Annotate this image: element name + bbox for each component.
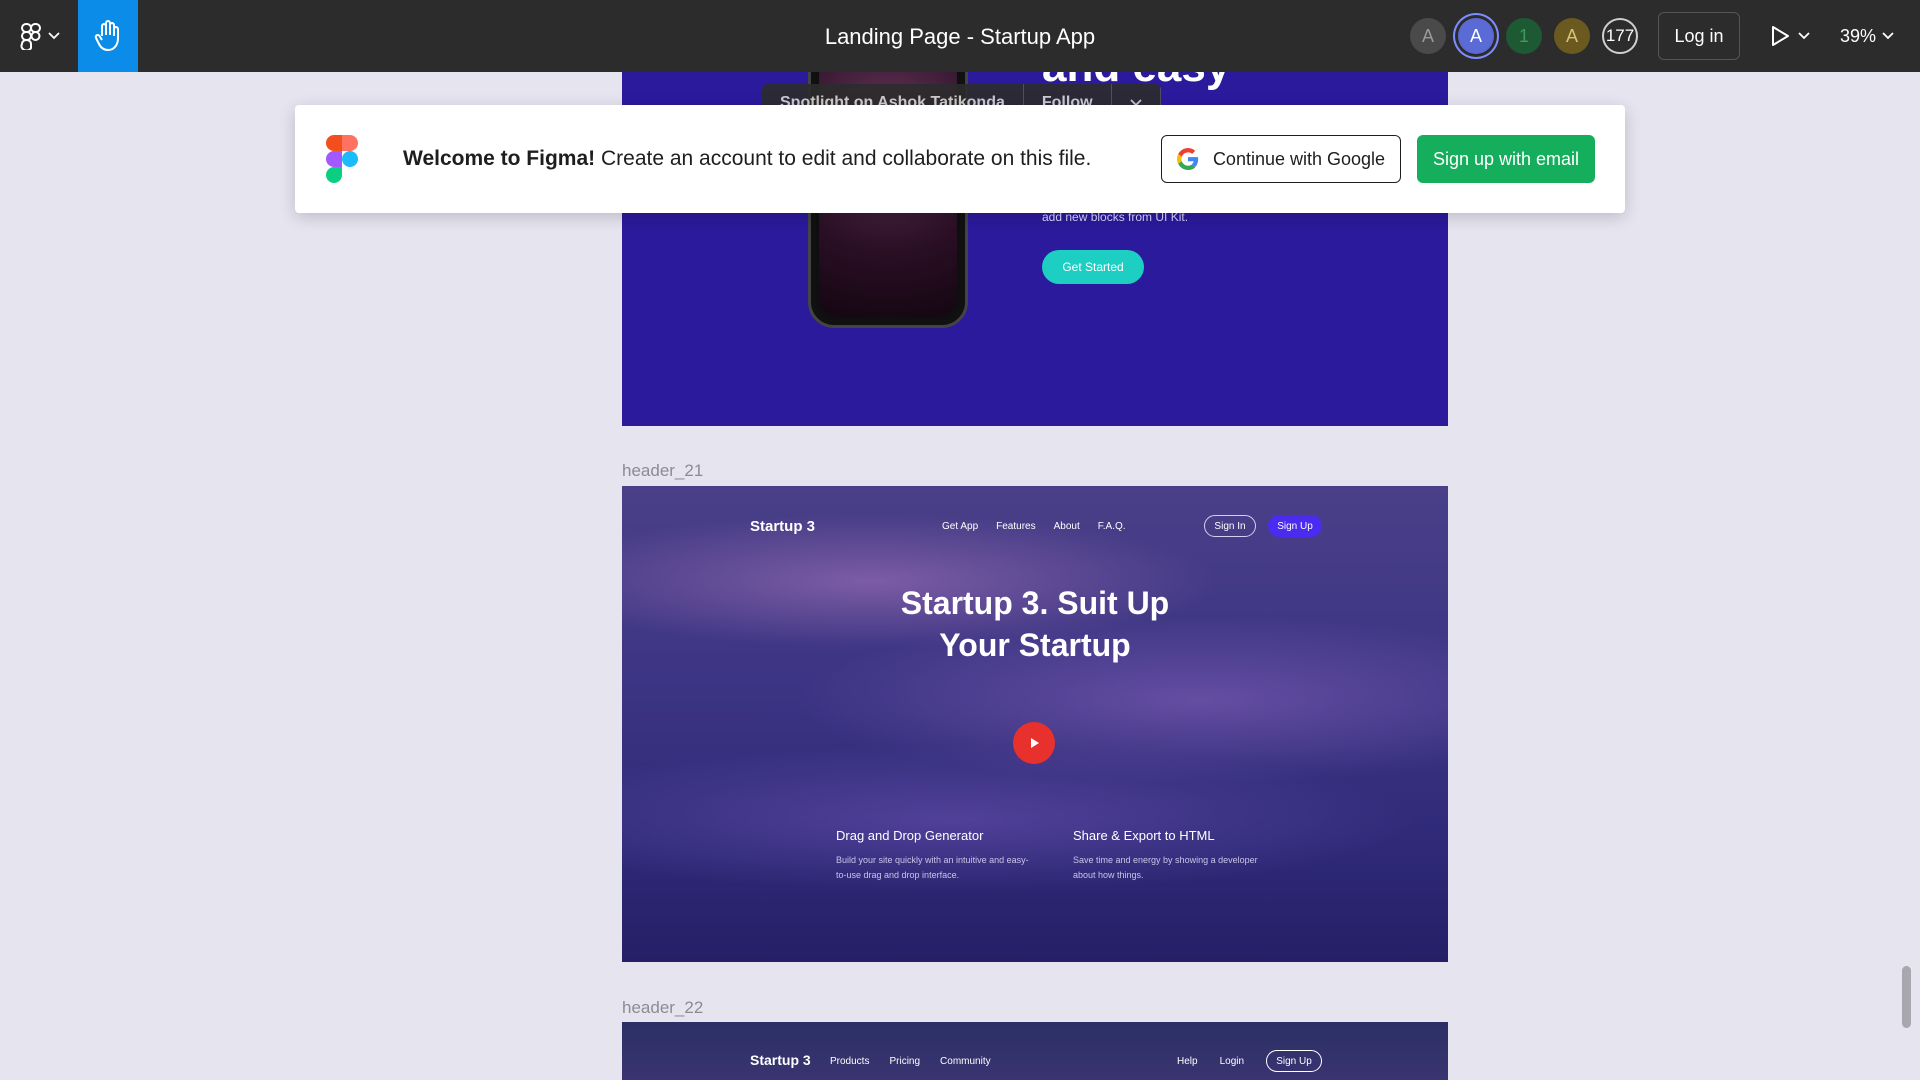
hand-tool-button[interactable] [78, 0, 138, 72]
site-nav-item: Features [996, 521, 1036, 532]
hero-line: Your Startup [939, 627, 1131, 663]
chevron-down-icon [48, 32, 60, 40]
collaborator-avatar[interactable]: A [1410, 18, 1446, 54]
present-button[interactable] [1770, 18, 1810, 54]
site-nav-item: Pricing [889, 1056, 921, 1067]
play-icon [1031, 738, 1039, 748]
hand-icon [94, 20, 119, 51]
feature-title: Share & Export to HTML [1073, 828, 1215, 843]
viewer-count-badge[interactable]: 177 [1602, 18, 1638, 54]
site-hero-title: Startup 3. Suit Up Your Startup [622, 582, 1448, 666]
site-nav-item: Get App [942, 521, 979, 532]
log-in-button[interactable]: Log in [1658, 12, 1740, 60]
top-toolbar: Landing Page - Startup App A A 1 A 177 L… [0, 0, 1920, 72]
zoom-dropdown[interactable]: 39% [1840, 18, 1894, 54]
frame-label-header-21[interactable]: header_21 [622, 461, 703, 481]
frame-label-header-22[interactable]: header_22 [622, 998, 703, 1018]
site-nav: Products Pricing Community [830, 1056, 991, 1067]
sign-up-with-email-button[interactable]: Sign up with email [1417, 135, 1595, 183]
feature-item: Drag and Drop Generator Build your site … [836, 828, 1036, 883]
collaborator-avatar-spotlight[interactable]: A [1458, 18, 1494, 54]
welcome-message: Welcome to Figma! Create an account to e… [403, 147, 1091, 171]
vertical-scrollbar[interactable] [1902, 966, 1911, 1028]
figma-menu-icon [20, 23, 41, 50]
main-menu-button[interactable] [8, 0, 72, 72]
feature-title: Drag and Drop Generator [836, 828, 984, 843]
welcome-text: Create an account to edit and collaborat… [600, 147, 1092, 170]
site-sign-up-button: Sign Up [1268, 515, 1322, 537]
chevron-down-icon [1882, 32, 1894, 40]
collaborator-avatar[interactable]: A [1554, 18, 1590, 54]
canvas-frame-header-21[interactable]: Startup 3 Get App Features About F.A.Q. … [622, 486, 1448, 962]
canvas-frame-header-22[interactable]: Startup 3 Products Pricing Community Hel… [622, 1022, 1448, 1080]
collaborator-avatar[interactable]: 1 [1506, 18, 1542, 54]
site-logo: Startup 3 [750, 518, 816, 535]
figma-logo-icon [326, 135, 358, 183]
play-icon [1772, 26, 1789, 46]
site-nav-item: Community [940, 1056, 991, 1067]
site-nav: Get App Features About F.A.Q. [942, 521, 1126, 532]
google-icon [1176, 148, 1199, 170]
zoom-level: 39% [1840, 25, 1877, 46]
site-nav-item: About [1053, 521, 1080, 532]
site-nav-item: F.A.Q. [1097, 521, 1126, 532]
site-nav-right: Help Login [1177, 1056, 1244, 1067]
site-nav-item: Login [1219, 1056, 1245, 1067]
google-button-label: Continue with Google [1212, 148, 1386, 169]
welcome-title: Welcome to Figma! [403, 147, 596, 170]
feature-text: Save time and energy by showing a develo… [1073, 855, 1258, 880]
hero-line: Startup 3. Suit Up [900, 585, 1170, 621]
site-nav-item: Products [830, 1056, 870, 1067]
chevron-down-icon [1798, 32, 1810, 40]
video-play-button [1013, 722, 1055, 764]
feature-item: Share & Export to HTML Save time and ene… [1073, 828, 1273, 883]
site-logo: Startup 3 [750, 1052, 811, 1068]
continue-with-google-button[interactable]: Continue with Google [1161, 135, 1401, 183]
feature-text: Build your site quickly with an intuitiv… [836, 855, 1029, 880]
site-sign-in-button: Sign In [1204, 515, 1256, 537]
get-started-button[interactable]: Get Started [1042, 250, 1144, 284]
site-nav-item: Help [1177, 1056, 1198, 1067]
welcome-banner: Welcome to Figma! Create an account to e… [295, 105, 1625, 213]
site-sign-up-button: Sign Up [1266, 1050, 1322, 1072]
